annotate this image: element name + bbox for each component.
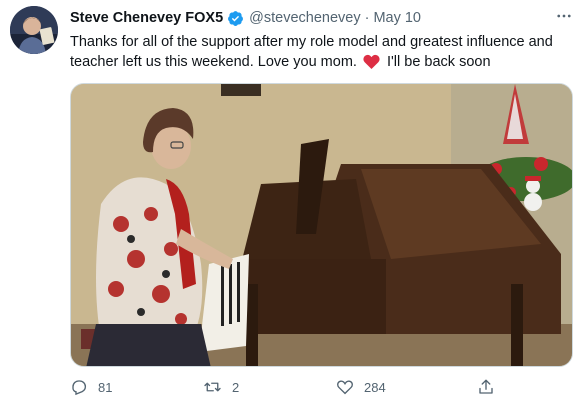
tweet-photo[interactable]: [70, 83, 573, 367]
reply-icon: [72, 380, 87, 396]
retweet-icon: [204, 382, 221, 392]
reply-count: 81: [98, 379, 113, 395]
like-count: 284: [364, 379, 386, 395]
avatar-photo: [10, 6, 58, 54]
tweet-text-tail: I'll be back soon: [387, 54, 491, 70]
share-icon: [479, 379, 493, 394]
tweet-header: Steve Chenevey FOX5 @stevechenevey · May…: [70, 8, 570, 28]
retweet-count: 2: [232, 379, 240, 395]
more-options-icon[interactable]: [552, 6, 576, 26]
red-heart-emoji-icon: [363, 54, 380, 75]
avatar[interactable]: [10, 6, 58, 54]
author-name[interactable]: Steve Chenevey FOX5: [70, 10, 223, 26]
retweet-button[interactable]: 2: [203, 378, 239, 396]
heart-outline-icon: [337, 380, 353, 395]
tweet-actions: 81 2 284: [70, 376, 570, 400]
photo-woman-playing-piano-icon: [71, 84, 572, 366]
header-separator: ·: [364, 10, 370, 26]
reply-button[interactable]: 81: [70, 378, 112, 396]
share-button[interactable]: [477, 378, 505, 396]
tweet-text: Thanks for all of the support after my r…: [70, 32, 578, 75]
verified-badge-icon: [227, 10, 244, 27]
tweet-card[interactable]: Steve Chenevey FOX5 @stevechenevey · May…: [0, 0, 582, 405]
tweet-date[interactable]: May 10: [373, 10, 421, 26]
author-handle[interactable]: @stevechenevey: [249, 10, 360, 26]
like-button[interactable]: 284: [336, 378, 386, 396]
